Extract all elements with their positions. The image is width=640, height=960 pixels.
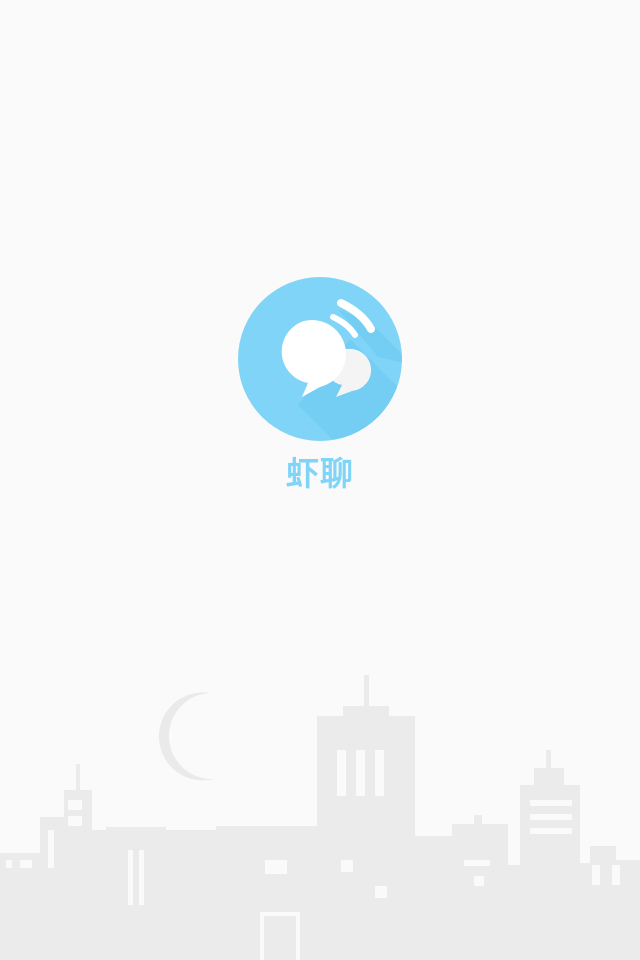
chat-bubbles-icon (238, 277, 402, 441)
city-skyline-illustration (0, 660, 640, 960)
app-logo (238, 277, 402, 441)
moon-icon (158, 692, 214, 781)
splash-screen: 虾聊 (0, 0, 640, 960)
app-name: 虾聊 (286, 454, 354, 493)
